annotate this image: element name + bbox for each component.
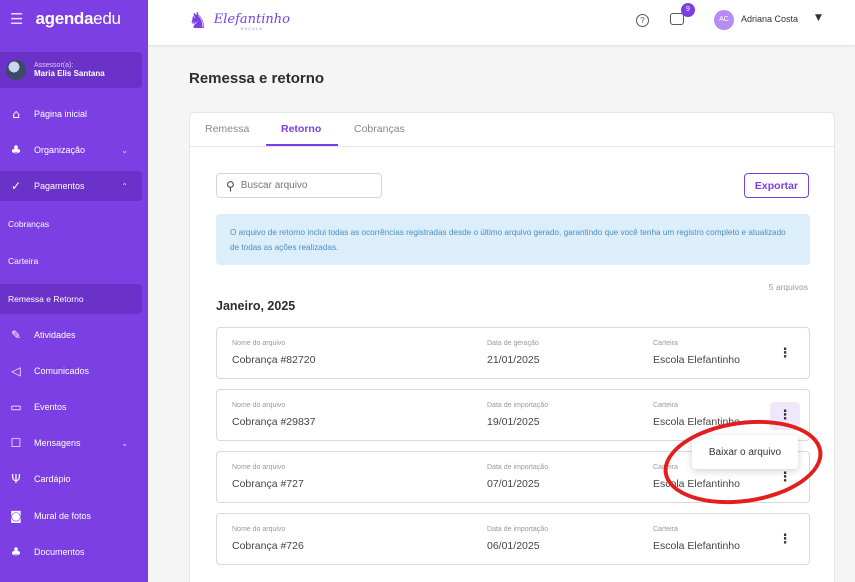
topbar: ♞ Elefantinho ESCOLA ? 9 AC Adriana Cost… <box>148 0 855 46</box>
file-date: 19/01/2025 <box>487 416 540 428</box>
school-name: Elefantinho <box>213 11 290 27</box>
messages-icon[interactable] <box>670 13 684 25</box>
assessor-label: Assessor(a): <box>34 62 74 69</box>
sidebar-item-pagamentos[interactable]: ✓ Pagamentos ⌃ <box>0 171 142 201</box>
file-date: 21/01/2025 <box>487 354 540 366</box>
sidebar-item-eventos[interactable]: ▭ Eventos <box>0 392 142 422</box>
file-name: Cobrança #29837 <box>232 416 316 428</box>
tab-remessa[interactable]: Remessa <box>205 123 249 135</box>
file-date: 07/01/2025 <box>487 478 540 490</box>
active-tab-indicator <box>266 144 338 146</box>
column-label-wallet: Carteira <box>653 526 678 533</box>
column-label-name: Nome do arquivo <box>232 526 286 533</box>
brand: ☰ agendaedu <box>0 0 148 38</box>
sidebar-item-mensagens[interactable]: ☐ Mensagens ⌄ <box>0 428 142 458</box>
sidebar-item-cardapio[interactable]: Ψ Cardápio <box>0 464 142 494</box>
search-input[interactable] <box>240 180 361 191</box>
file-row[interactable]: Nome do arquivo Cobrança #82720 Data de … <box>216 327 810 379</box>
column-label-date: Data de importação <box>487 402 549 409</box>
sidebar-item-documentos[interactable]: ♣ Documentos <box>0 537 142 567</box>
more-options-icon[interactable]: ⋮ <box>770 340 800 368</box>
chevron-down-icon: ⌄ <box>121 145 128 155</box>
tab-retorno[interactable]: Retorno <box>281 123 321 135</box>
check-icon: ✓ <box>10 179 22 193</box>
app-logo[interactable]: agendaedu <box>35 9 120 29</box>
assessor-name: Maria Elis Santana <box>34 69 105 78</box>
column-label-name: Nome do arquivo <box>232 464 286 471</box>
column-label-name: Nome do arquivo <box>232 340 286 347</box>
org-icon: ♣ <box>10 545 22 559</box>
sidebar-item-mural-fotos[interactable]: ◙ Mural de fotos <box>0 501 142 531</box>
org-icon: ♣ <box>10 143 22 157</box>
calendar-icon: ▭ <box>10 400 22 414</box>
search-icon: ⚲ <box>226 178 235 193</box>
hamburger-menu-icon[interactable]: ☰ <box>10 10 23 28</box>
chat-icon: ☐ <box>10 436 22 450</box>
sidebar-item-atividades[interactable]: ✎ Atividades <box>0 320 142 350</box>
file-wallet: Escola Elefantinho <box>653 354 740 366</box>
column-label-date: Data de importação <box>487 526 549 533</box>
search-box[interactable]: ⚲ <box>216 173 382 198</box>
home-icon: ⌂ <box>12 107 20 121</box>
file-name: Cobrança #726 <box>232 540 304 552</box>
help-icon[interactable]: ? <box>636 14 649 27</box>
more-options-icon[interactable]: ⋮ <box>770 526 800 554</box>
chevron-down-icon: ⌄ <box>121 438 128 448</box>
export-button[interactable]: Exportar <box>744 173 809 198</box>
column-label-date: Data de geração <box>487 340 539 347</box>
file-name: Cobrança #727 <box>232 478 304 490</box>
assessor-card[interactable]: Assessor(a): Maria Elis Santana <box>0 52 142 88</box>
column-label-date: Data de importação <box>487 464 549 471</box>
tab-bar: Remessa Retorno Cobranças <box>190 113 834 147</box>
file-count: 5 arquivos <box>768 282 808 292</box>
sidebar-item-remessa-retorno[interactable]: Remessa e Retorno <box>0 284 142 314</box>
file-row[interactable]: Nome do arquivo Cobrança #726 Data de im… <box>216 513 810 565</box>
file-wallet: Escola Elefantinho <box>653 540 740 552</box>
notification-badge: 9 <box>681 3 695 17</box>
sidebar-item-cobrancas[interactable]: Cobranças <box>0 209 142 239</box>
sidebar-item-home[interactable]: ⌂ Página inicial <box>0 99 142 129</box>
camera-icon: ◙ <box>10 509 22 523</box>
sidebar: ☰ agendaedu Assessor(a): Maria Elis Sant… <box>0 0 148 582</box>
user-name[interactable]: Adriana Costa <box>741 14 798 24</box>
sidebar-item-comunicados[interactable]: ◁ Comunicados <box>0 356 142 386</box>
month-heading: Janeiro, 2025 <box>216 299 296 313</box>
user-avatar[interactable]: AC <box>714 10 734 30</box>
page-title: Remessa e retorno <box>189 70 325 87</box>
sidebar-item-carteira[interactable]: Carteira <box>0 246 142 276</box>
tab-cobrancas[interactable]: Cobranças <box>354 123 405 135</box>
sidebar-item-organizacao[interactable]: ♣ Organização ⌄ <box>0 135 142 165</box>
info-banner: O arquivo de retorno inclui todas as oco… <box>216 214 810 265</box>
elephant-icon: ♞ <box>188 9 208 34</box>
pencil-icon: ✎ <box>10 328 22 342</box>
column-label-name: Nome do arquivo <box>232 402 286 409</box>
column-label-wallet: Carteira <box>653 340 678 347</box>
megaphone-icon: ◁ <box>11 364 21 378</box>
utensils-icon: Ψ <box>11 472 21 486</box>
chevron-up-icon: ⌃ <box>121 181 128 191</box>
user-menu-caret-icon[interactable]: ▼ <box>815 13 822 23</box>
file-date: 06/01/2025 <box>487 540 540 552</box>
school-logo: ♞ Elefantinho ESCOLA <box>188 9 290 34</box>
assessor-avatar <box>6 60 26 80</box>
content-card: Remessa Retorno Cobranças ⚲ Exportar O a… <box>189 112 835 582</box>
column-label-wallet: Carteira <box>653 402 678 409</box>
file-name: Cobrança #82720 <box>232 354 316 366</box>
